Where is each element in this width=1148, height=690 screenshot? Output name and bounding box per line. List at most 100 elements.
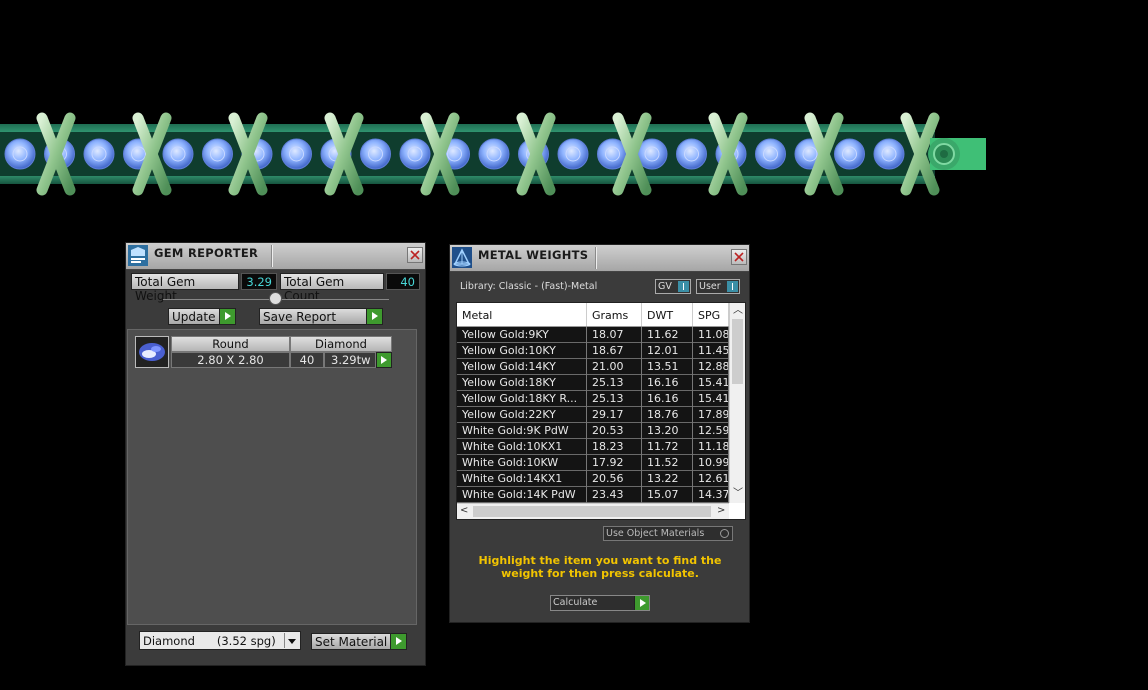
metal-name: White Gold:10KX1 [457, 439, 587, 455]
chevron-down-icon [284, 633, 299, 648]
gem-reporter-titlebar[interactable]: GEM REPORTER [126, 243, 425, 270]
gem-material: Diamond [290, 336, 392, 352]
dwt-value: 18.76 [642, 407, 693, 423]
instruction-text: Highlight the item you want to find the … [478, 554, 722, 580]
gem-reporter-close-icon[interactable] [407, 247, 423, 263]
splitter-handle-icon[interactable] [269, 292, 282, 305]
scroll-left-icon[interactable]: < [460, 506, 468, 516]
gem-size: 2.80 X 2.80 [171, 352, 290, 368]
table-row[interactable]: Yellow Gold:9KY 18.07 11.62 11.08 [457, 327, 729, 343]
column-header-metal[interactable]: Metal [457, 303, 587, 326]
grams-value: 17.92 [587, 455, 642, 471]
use-object-materials-toggle[interactable]: Use Object Materials [603, 526, 733, 541]
update-button[interactable]: Update [168, 308, 236, 325]
round-gem-icon [135, 336, 169, 368]
metal-weights-title: METAL WEIGHTS [478, 248, 589, 262]
metal-name: White Gold:14K PdW [457, 487, 587, 503]
metal-weights-table: Metal Grams DWT SPG Yellow Gold:9KY 18.07… [456, 302, 746, 520]
metal-weights-panel: METAL WEIGHTS Library: Classic - (Fast)-… [449, 244, 750, 623]
spg-value: 15.41 [693, 375, 729, 391]
titlebar-divider [595, 247, 597, 269]
dwt-value: 11.52 [642, 455, 693, 471]
table-row[interactable]: White Gold:14K PdW 23.43 15.07 14.37 [457, 487, 729, 503]
metal-weights-logo-icon [452, 247, 472, 268]
column-header-spg[interactable]: SPG [693, 303, 729, 326]
update-button-label: Update [172, 310, 216, 324]
gem-list: Round Diamond 2.80 X 2.80 40 3.29tw [127, 329, 417, 625]
table-row[interactable]: White Gold:14KX1 20.56 13.22 12.61 [457, 471, 729, 487]
total-gem-weight-label: Total Gem Weight [131, 273, 239, 303]
vertical-scrollbar[interactable]: ︿ ﹀ [729, 303, 745, 503]
3d-viewport[interactable] [0, 0, 1148, 240]
set-material-button[interactable]: Set Material [311, 633, 407, 650]
gem-reporter-title: GEM REPORTER [154, 246, 259, 260]
spg-value: 15.41 [693, 391, 729, 407]
table-row[interactable]: Yellow Gold:18KY R... 25.13 16.16 15.41 [457, 391, 729, 407]
save-report-button[interactable]: Save Report [259, 308, 383, 325]
dwt-value: 13.22 [642, 471, 693, 487]
dwt-value: 16.16 [642, 391, 693, 407]
set-material-go-icon [390, 634, 406, 649]
dwt-value: 13.20 [642, 423, 693, 439]
metal-name: Yellow Gold:18KY R... [457, 391, 587, 407]
table-header: Metal Grams DWT SPG [457, 303, 729, 327]
calculate-button[interactable]: Calculate [550, 595, 650, 611]
gem-list-item[interactable]: Round Diamond 2.80 X 2.80 40 3.29tw [135, 336, 392, 370]
dwt-value: 11.62 [642, 327, 693, 343]
user-toggle[interactable]: User [696, 279, 740, 294]
metal-name: Yellow Gold:10KY [457, 343, 587, 359]
grams-value: 18.67 [587, 343, 642, 359]
save-report-label: Save Report [263, 310, 337, 324]
dwt-value: 12.01 [642, 343, 693, 359]
total-gem-count-label: Total Gem Count [280, 273, 384, 303]
gem-weight: 3.29tw [324, 352, 376, 368]
table-row[interactable]: Yellow Gold:22KY 29.17 18.76 17.89 [457, 407, 729, 423]
dwt-value: 13.51 [642, 359, 693, 375]
metal-name: White Gold:10KW [457, 455, 587, 471]
grams-value: 18.07 [587, 327, 642, 343]
gv-toggle-label: GV [658, 281, 672, 292]
column-header-dwt[interactable]: DWT [642, 303, 693, 326]
spg-value: 12.88 [693, 359, 729, 375]
calculate-go-icon [634, 596, 649, 610]
grams-value: 18.23 [587, 439, 642, 455]
grams-value: 23.43 [587, 487, 642, 503]
metal-weights-close-icon[interactable] [731, 249, 747, 265]
scroll-right-icon[interactable]: > [717, 506, 725, 516]
gv-toggle[interactable]: GV [655, 279, 691, 294]
spg-value: 10.99 [693, 455, 729, 471]
vertical-scroll-thumb[interactable] [732, 319, 743, 384]
spg-value: 12.59 [693, 423, 729, 439]
grams-value: 20.53 [587, 423, 642, 439]
column-header-grams[interactable]: Grams [587, 303, 642, 326]
grams-value: 21.00 [587, 359, 642, 375]
horizontal-scrollbar[interactable]: < > [457, 503, 729, 519]
table-row[interactable]: Yellow Gold:14KY 21.00 13.51 12.88 [457, 359, 729, 375]
spg-value: 12.61 [693, 471, 729, 487]
spg-value: 11.45 [693, 343, 729, 359]
scroll-down-icon[interactable]: ﹀ [733, 489, 743, 499]
metal-name: White Gold:14KX1 [457, 471, 587, 487]
scroll-up-icon[interactable]: ︿ [733, 306, 743, 316]
table-row[interactable]: White Gold:9K PdW 20.53 13.20 12.59 [457, 423, 729, 439]
table-row[interactable]: White Gold:10KW 17.92 11.52 10.99 [457, 455, 729, 471]
gem-row-go-icon[interactable] [376, 352, 392, 368]
table-row[interactable]: Yellow Gold:18KY 25.13 16.16 15.41 [457, 375, 729, 391]
info-icon [678, 281, 689, 292]
horizontal-scroll-thumb[interactable] [473, 506, 711, 517]
material-select[interactable]: Diamond (3.52 spg) [139, 631, 301, 650]
bracelet-model [0, 112, 986, 196]
spg-value: 11.18 [693, 439, 729, 455]
metal-name: Yellow Gold:22KY [457, 407, 587, 423]
grams-value: 29.17 [587, 407, 642, 423]
grams-value: 25.13 [587, 391, 642, 407]
spg-value: 17.89 [693, 407, 729, 423]
metal-weights-titlebar[interactable]: METAL WEIGHTS [450, 245, 749, 272]
dwt-value: 15.07 [642, 487, 693, 503]
grams-value: 25.13 [587, 375, 642, 391]
gem-count: 40 [290, 352, 324, 368]
table-row[interactable]: White Gold:10KX1 18.23 11.72 11.18 [457, 439, 729, 455]
dwt-value: 11.72 [642, 439, 693, 455]
table-row[interactable]: Yellow Gold:10KY 18.67 12.01 11.45 [457, 343, 729, 359]
set-material-label: Set Material [315, 635, 388, 649]
